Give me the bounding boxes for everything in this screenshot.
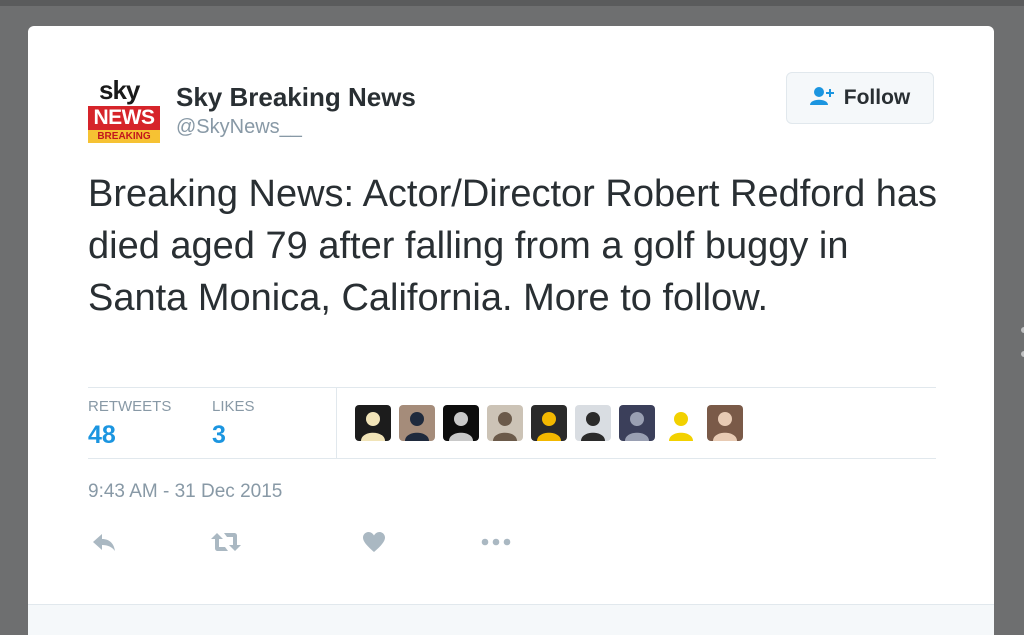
liker-avatar-1[interactable]: [355, 405, 391, 441]
logo-sky-text: sky: [99, 75, 140, 105]
likes-count: 3: [212, 421, 226, 449]
card-footer: [28, 604, 994, 635]
like-button[interactable]: [358, 526, 390, 558]
liker-avatar-9[interactable]: [707, 405, 743, 441]
reply-icon: [93, 534, 115, 551]
liker-avatar-8[interactable]: [663, 405, 699, 441]
like-icon: [363, 532, 385, 552]
follow-button-label: Follow: [843, 86, 911, 109]
retweet-icon: [211, 533, 241, 551]
tweet-timestamp[interactable]: 9:43 AM - 31 Dec 2015: [88, 481, 282, 503]
stats-divider-vertical: [336, 387, 337, 459]
retweet-button[interactable]: [210, 526, 242, 558]
liker-avatar-4[interactable]: [487, 405, 523, 441]
liker-avatar-6[interactable]: [575, 405, 611, 441]
stats-divider-top: [88, 387, 936, 388]
account-avatar[interactable]: sky NEWS BREAKING: [88, 76, 160, 144]
liker-avatar-2[interactable]: [399, 405, 435, 441]
tweet-card: sky NEWS BREAKING Sky Breaking News @Sky…: [28, 26, 994, 635]
window-top-strip: [0, 0, 1024, 6]
liker-avatar-7[interactable]: [619, 405, 655, 441]
add-user-icon: [809, 86, 836, 111]
logo-news-text: NEWS: [88, 106, 160, 130]
account-name[interactable]: Sky Breaking News: [176, 82, 416, 113]
logo-breaking-text: BREAKING: [88, 130, 160, 143]
likes-stat[interactable]: LIKES 3: [212, 398, 255, 450]
reply-button[interactable]: [88, 526, 120, 558]
account-handle[interactable]: @SkyNews__: [176, 116, 302, 139]
liker-avatar-5[interactable]: [531, 405, 567, 441]
follow-button[interactable]: Follow: [786, 72, 934, 124]
retweets-count: 48: [88, 421, 116, 449]
tweet-text: Breaking News: Actor/Director Robert Red…: [88, 173, 938, 319]
scroll-indicator[interactable]: [1018, 322, 1024, 362]
liker-avatars: [355, 405, 743, 441]
likes-label: LIKES: [212, 398, 255, 415]
more-button[interactable]: [480, 526, 512, 558]
retweets-stat[interactable]: RETWEETS 48: [88, 398, 171, 450]
stats-divider-bottom: [88, 458, 936, 459]
retweets-label: RETWEETS: [88, 398, 172, 415]
more-icon: [481, 538, 511, 546]
liker-avatar-3[interactable]: [443, 405, 479, 441]
